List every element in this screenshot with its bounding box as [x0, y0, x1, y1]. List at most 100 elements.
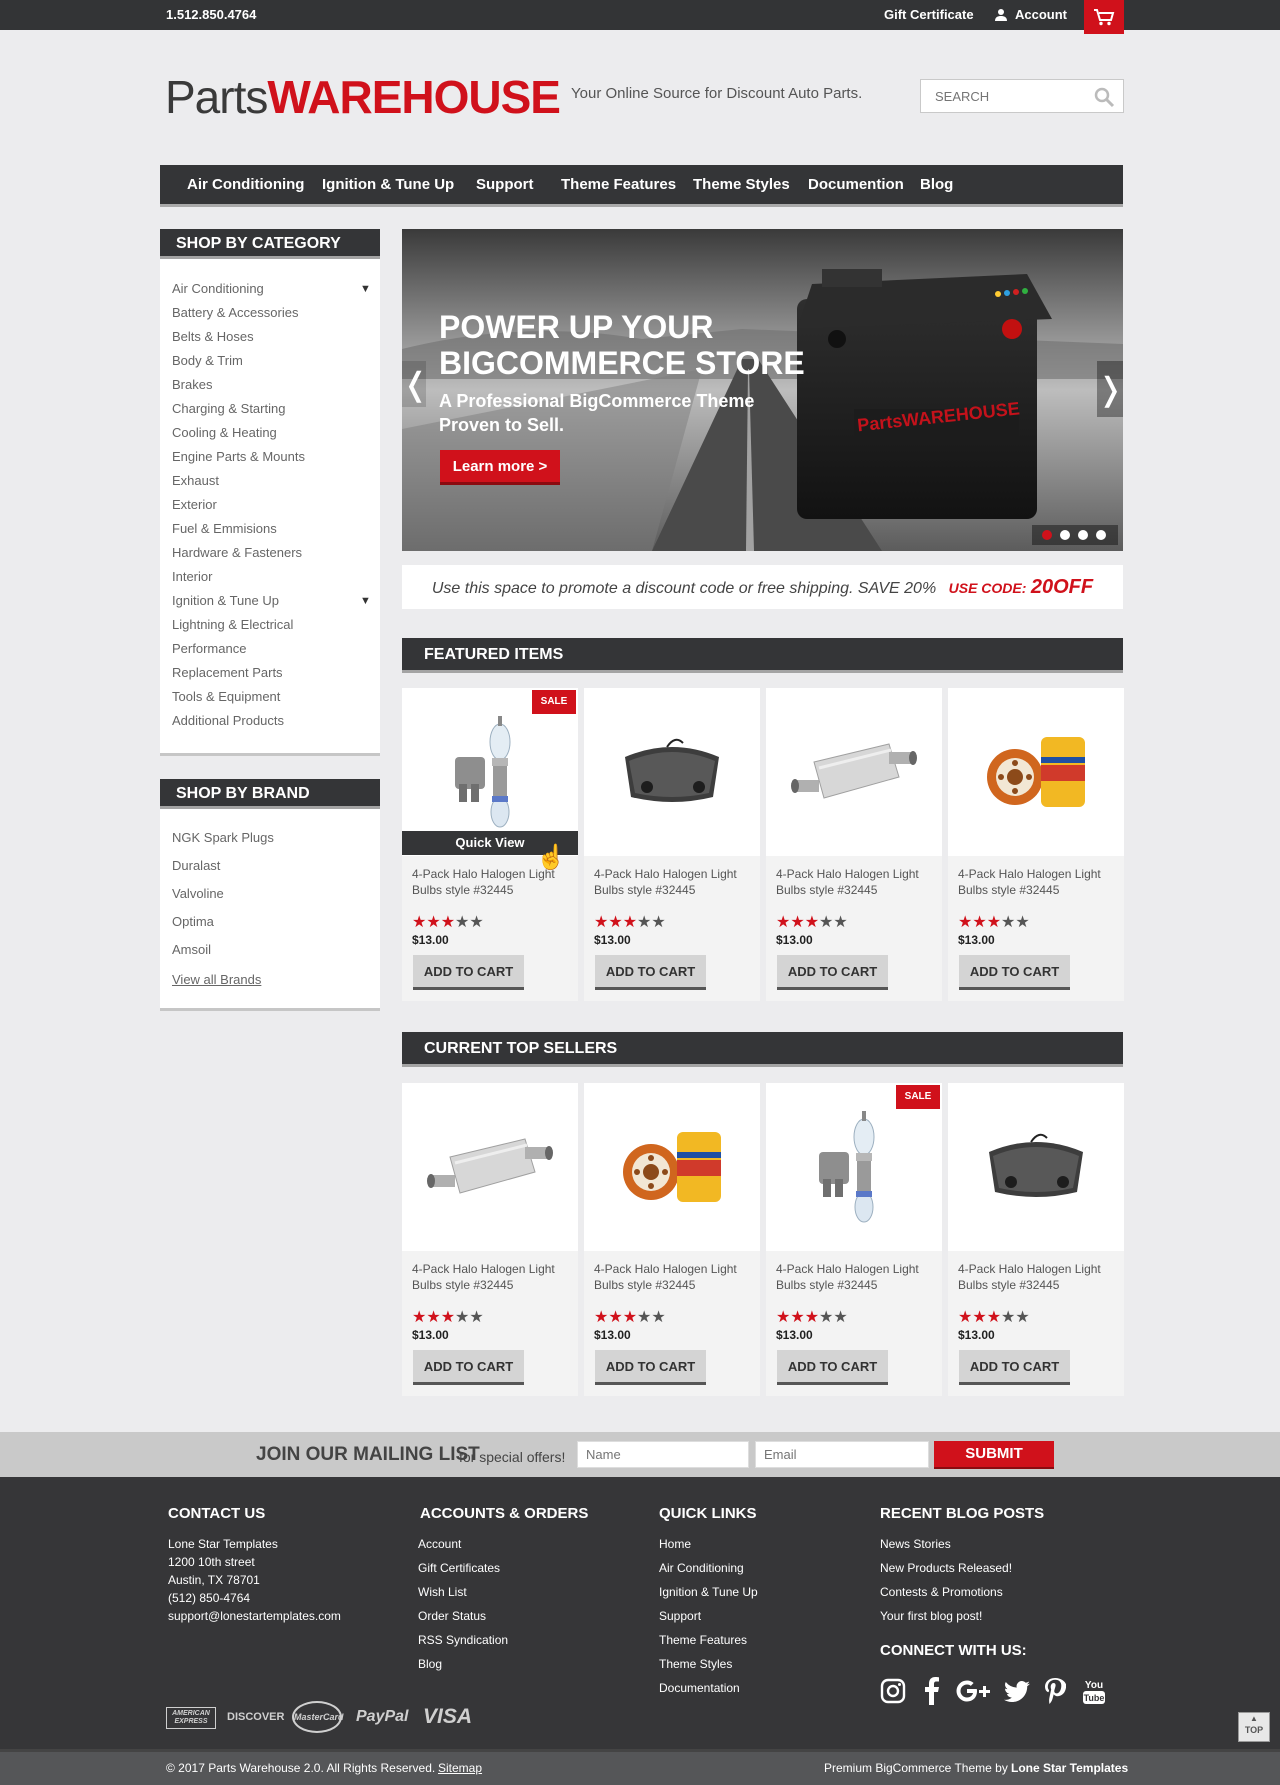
category-item[interactable]: Exterior: [172, 497, 217, 512]
product-card[interactable]: 4-Pack Halo Halogen Light Bulbs style #3…: [402, 1083, 578, 1396]
add-to-cart-button[interactable]: ADD TO CART: [595, 955, 706, 990]
category-item[interactable]: Charging & Starting: [172, 401, 285, 416]
footer-link[interactable]: Ignition & Tune Up: [659, 1585, 758, 1599]
product-name[interactable]: 4-Pack Halo Halogen Light Bulbs style #3…: [958, 866, 1118, 898]
product-card[interactable]: SALE Quick View ☝ 4-Pack Halo Halogen Light…: [402, 688, 578, 1001]
add-to-cart-button[interactable]: ADD TO CART: [413, 955, 524, 990]
brand-item[interactable]: Amsoil: [172, 942, 211, 957]
account-link[interactable]: Account: [1015, 0, 1067, 30]
footer-link[interactable]: Documentation: [659, 1681, 740, 1695]
category-item[interactable]: Replacement Parts: [172, 665, 283, 680]
product-name[interactable]: 4-Pack Halo Halogen Light Bulbs style #3…: [594, 866, 754, 898]
footer-link[interactable]: News Stories: [880, 1537, 951, 1551]
back-to-top-button[interactable]: ▲ TOP: [1238, 1712, 1270, 1742]
twitter-icon[interactable]: [1004, 1681, 1030, 1703]
youtube-icon[interactable]: You Tube: [1082, 1677, 1106, 1705]
product-name[interactable]: 4-Pack Halo Halogen Light Bulbs style #3…: [958, 1261, 1118, 1293]
category-item[interactable]: Belts & Hoses: [172, 329, 254, 344]
expand-arrow-icon[interactable]: ▼: [360, 595, 371, 607]
sitemap-link[interactable]: Sitemap: [438, 1761, 482, 1775]
product-image[interactable]: [766, 688, 942, 856]
footer-link[interactable]: Gift Certificates: [418, 1561, 500, 1575]
product-image[interactable]: [948, 1083, 1124, 1251]
slider-prev-arrow[interactable]: ❬: [402, 361, 429, 407]
category-item[interactable]: Ignition & Tune Up: [172, 593, 279, 608]
add-to-cart-button[interactable]: ADD TO CART: [777, 1350, 888, 1385]
product-image[interactable]: [948, 688, 1124, 856]
brand-item[interactable]: Valvoline: [172, 886, 224, 901]
product-name[interactable]: 4-Pack Halo Halogen Light Bulbs style #3…: [412, 866, 572, 898]
category-item[interactable]: Fuel & Emmisions: [172, 521, 277, 536]
search-input[interactable]: [921, 80, 1081, 112]
footer-link[interactable]: Air Conditioning: [659, 1561, 744, 1575]
nav-air-conditioning[interactable]: Air Conditioning: [187, 165, 304, 205]
brand-item[interactable]: Duralast: [172, 858, 220, 873]
category-item[interactable]: Brakes: [172, 377, 212, 392]
search-icon[interactable]: [1093, 86, 1115, 108]
learn-more-button[interactable]: Learn more >: [440, 450, 560, 485]
product-card[interactable]: SALE 4-Pack Halo Halogen Light Bulbs styl…: [766, 1083, 942, 1396]
category-item[interactable]: Hardware & Fasteners: [172, 545, 302, 560]
footer-link[interactable]: Order Status: [418, 1609, 486, 1623]
footer-link[interactable]: Account: [418, 1537, 461, 1551]
add-to-cart-button[interactable]: ADD TO CART: [595, 1350, 706, 1385]
category-item[interactable]: Engine Parts & Mounts: [172, 449, 305, 464]
category-item[interactable]: Interior: [172, 569, 212, 584]
add-to-cart-button[interactable]: ADD TO CART: [959, 1350, 1070, 1385]
mailing-name-input[interactable]: [577, 1441, 749, 1468]
category-item[interactable]: Lightning & Electrical: [172, 617, 293, 632]
instagram-icon[interactable]: [880, 1678, 906, 1704]
footer-link[interactable]: Theme Styles: [659, 1657, 732, 1671]
slider-dot-3[interactable]: [1078, 530, 1088, 540]
footer-link[interactable]: Home: [659, 1537, 691, 1551]
mailing-submit-button[interactable]: SUBMIT: [934, 1441, 1054, 1469]
product-card[interactable]: 4-Pack Halo Halogen Light Bulbs style #3…: [948, 688, 1124, 1001]
category-item[interactable]: Performance: [172, 641, 246, 656]
slider-dot-2[interactable]: [1060, 530, 1070, 540]
category-item[interactable]: Tools & Equipment: [172, 689, 280, 704]
product-name[interactable]: 4-Pack Halo Halogen Light Bulbs style #3…: [412, 1261, 572, 1293]
product-card[interactable]: 4-Pack Halo Halogen Light Bulbs style #3…: [584, 1083, 760, 1396]
product-card[interactable]: 4-Pack Halo Halogen Light Bulbs style #3…: [584, 688, 760, 1001]
footer-link[interactable]: Blog: [418, 1657, 442, 1671]
brand-item[interactable]: Optima: [172, 914, 214, 929]
cart-button[interactable]: [1084, 0, 1124, 34]
view-all-brands-link[interactable]: View all Brands: [172, 972, 261, 987]
mailing-email-input[interactable]: [755, 1441, 929, 1468]
footer-link[interactable]: Contests & Promotions: [880, 1585, 1003, 1599]
category-item[interactable]: Exhaust: [172, 473, 219, 488]
footer-link[interactable]: Theme Features: [659, 1633, 747, 1647]
gift-certificate-link[interactable]: Gift Certificate: [884, 0, 974, 30]
nav-blog[interactable]: Blog: [920, 165, 953, 205]
footer-link[interactable]: Wish List: [418, 1585, 467, 1599]
nav-theme-features[interactable]: Theme Features: [561, 165, 676, 205]
footer-link[interactable]: New Products Released!: [880, 1561, 1012, 1575]
site-logo[interactable]: PartsWAREHOUSE: [165, 72, 561, 122]
nav-support[interactable]: Support: [476, 165, 534, 205]
footer-link[interactable]: Support: [659, 1609, 701, 1623]
add-to-cart-button[interactable]: ADD TO CART: [777, 955, 888, 990]
product-name[interactable]: 4-Pack Halo Halogen Light Bulbs style #3…: [776, 866, 936, 898]
product-card[interactable]: 4-Pack Halo Halogen Light Bulbs style #3…: [948, 1083, 1124, 1396]
nav-ignition[interactable]: Ignition & Tune Up: [322, 165, 454, 205]
add-to-cart-button[interactable]: ADD TO CART: [413, 1350, 524, 1385]
pinterest-icon[interactable]: [1044, 1678, 1066, 1705]
slider-dot-4[interactable]: [1096, 530, 1106, 540]
slider-next-arrow[interactable]: ❭: [1097, 361, 1123, 417]
credit-link[interactable]: Lone Star Templates: [1011, 1761, 1128, 1775]
footer-link[interactable]: RSS Syndication: [418, 1633, 508, 1647]
nav-documention[interactable]: Documention: [808, 165, 904, 205]
footer-link[interactable]: Your first blog post!: [880, 1609, 982, 1623]
expand-arrow-icon[interactable]: ▼: [360, 283, 371, 295]
add-to-cart-button[interactable]: ADD TO CART: [959, 955, 1070, 990]
category-item[interactable]: Battery & Accessories: [172, 305, 298, 320]
product-card[interactable]: 4-Pack Halo Halogen Light Bulbs style #3…: [766, 688, 942, 1001]
brand-item[interactable]: NGK Spark Plugs: [172, 830, 274, 845]
category-item[interactable]: Air Conditioning: [172, 281, 264, 296]
google-plus-icon[interactable]: [956, 1680, 990, 1702]
product-image[interactable]: [584, 688, 760, 856]
product-image[interactable]: [584, 1083, 760, 1251]
nav-theme-styles[interactable]: Theme Styles: [693, 165, 790, 205]
product-name[interactable]: 4-Pack Halo Halogen Light Bulbs style #3…: [776, 1261, 936, 1293]
category-item[interactable]: Cooling & Heating: [172, 425, 277, 440]
